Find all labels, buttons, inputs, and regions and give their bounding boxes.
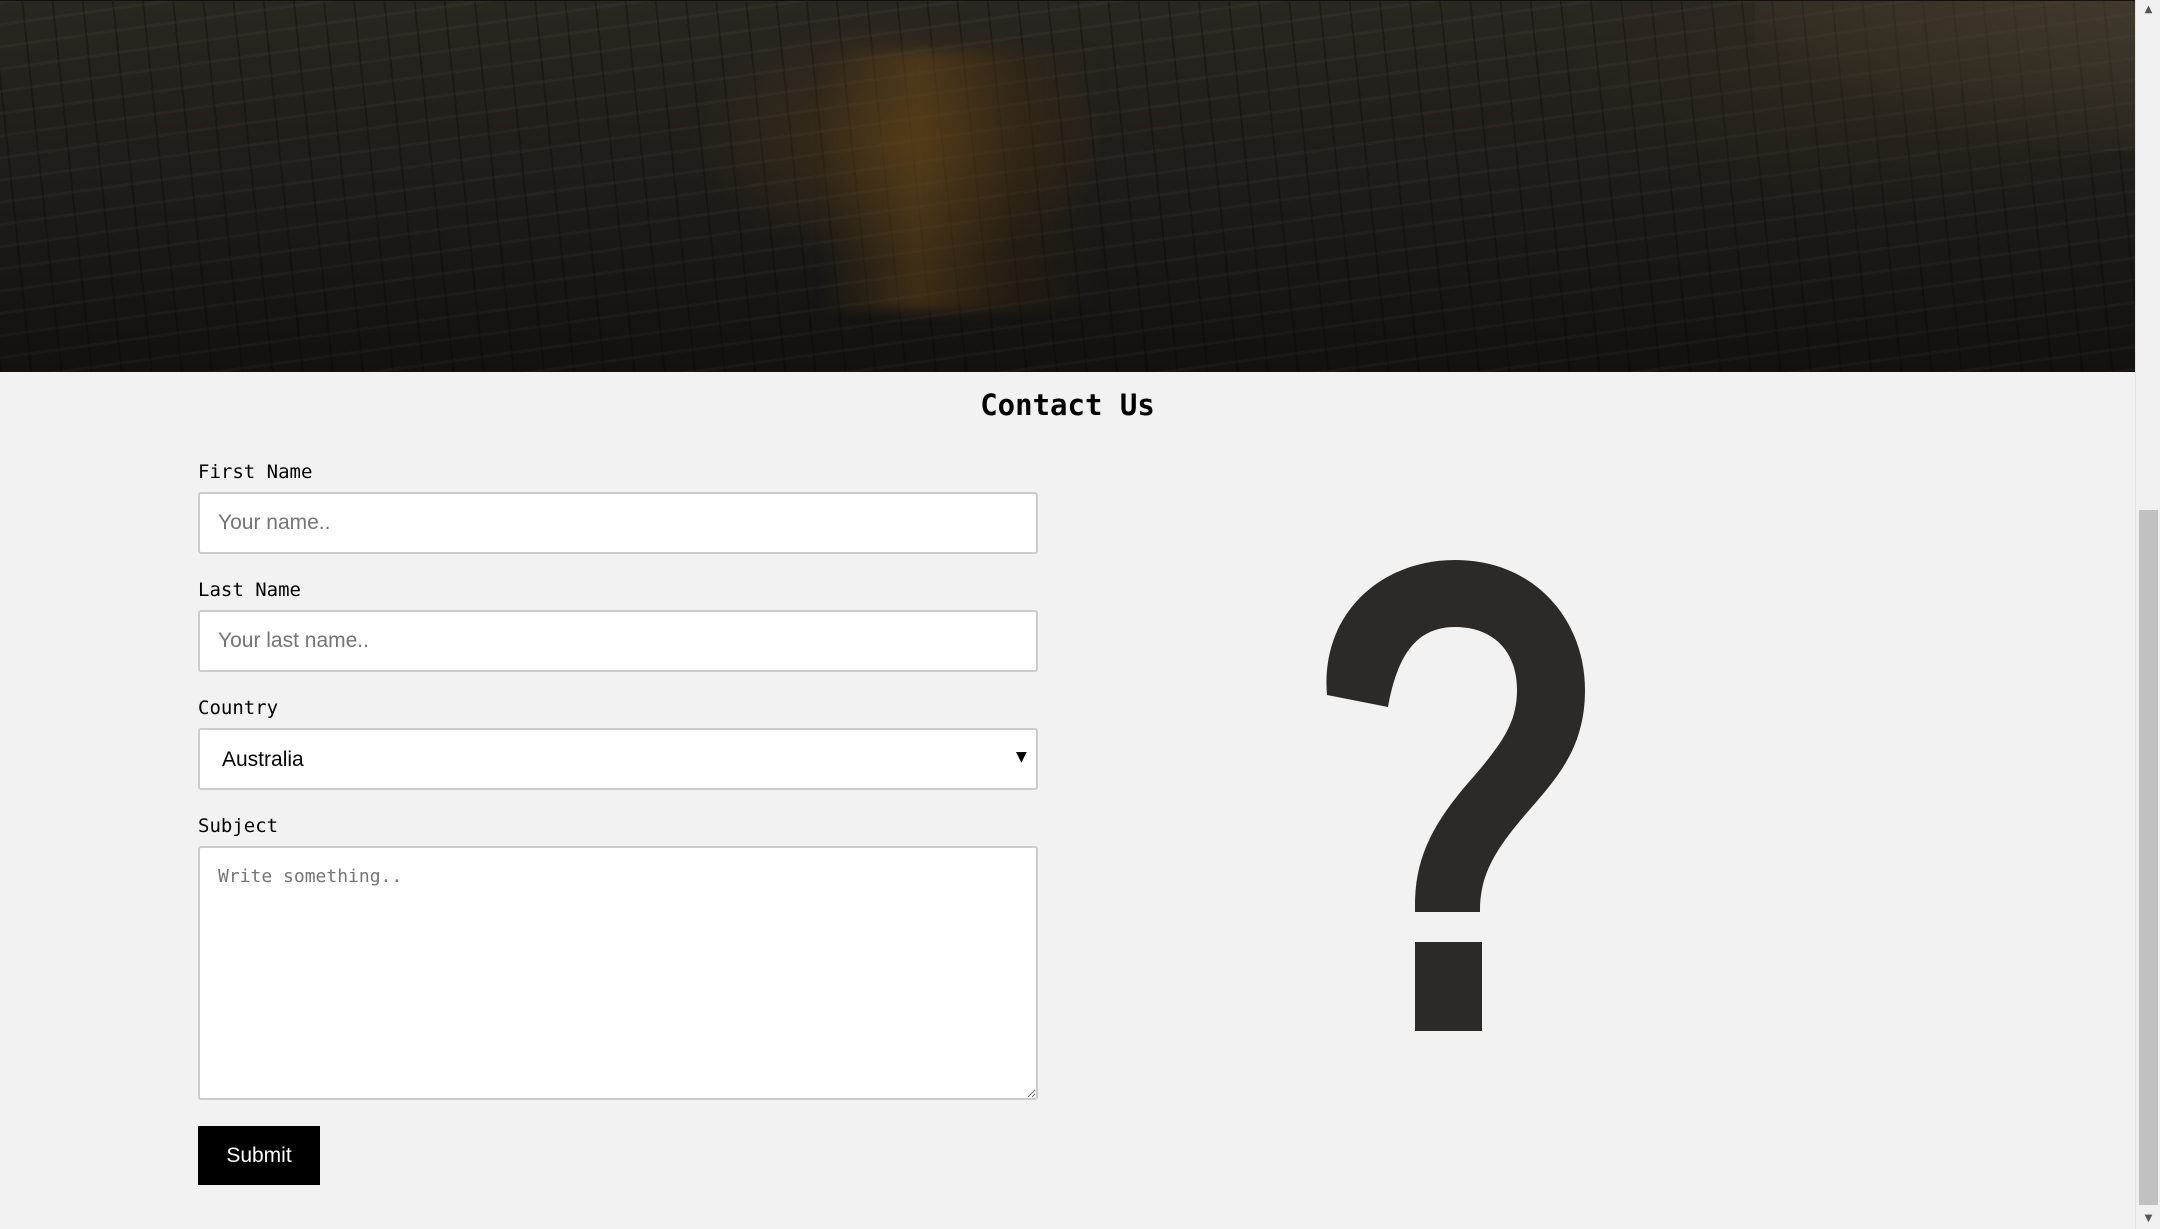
- puddle-reflection: [820, 51, 1100, 311]
- question-mark-icon: [1326, 560, 1585, 1031]
- first-name-label: First Name: [198, 461, 313, 483]
- first-name-input[interactable]: [198, 492, 1038, 554]
- country-label: Country: [198, 697, 279, 719]
- page-title: Contact Us: [980, 388, 1155, 422]
- arrow-up-icon[interactable]: ▲: [2136, 0, 2160, 20]
- arrow-down-icon[interactable]: ▼: [2136, 1209, 2160, 1229]
- wall-shadow: [1755, 1, 2135, 151]
- scrollbar-thumb[interactable]: [2139, 510, 2158, 1205]
- vertical-scrollbar[interactable]: ▲ ▼: [2135, 0, 2160, 1229]
- country-select[interactable]: Australia: [198, 728, 1038, 790]
- last-name-input[interactable]: [198, 610, 1038, 672]
- subject-textarea[interactable]: [198, 846, 1038, 1100]
- last-name-label: Last Name: [198, 579, 301, 601]
- submit-button[interactable]: Submit: [198, 1126, 320, 1185]
- hero-image: [0, 0, 2135, 372]
- subject-label: Subject: [198, 815, 279, 837]
